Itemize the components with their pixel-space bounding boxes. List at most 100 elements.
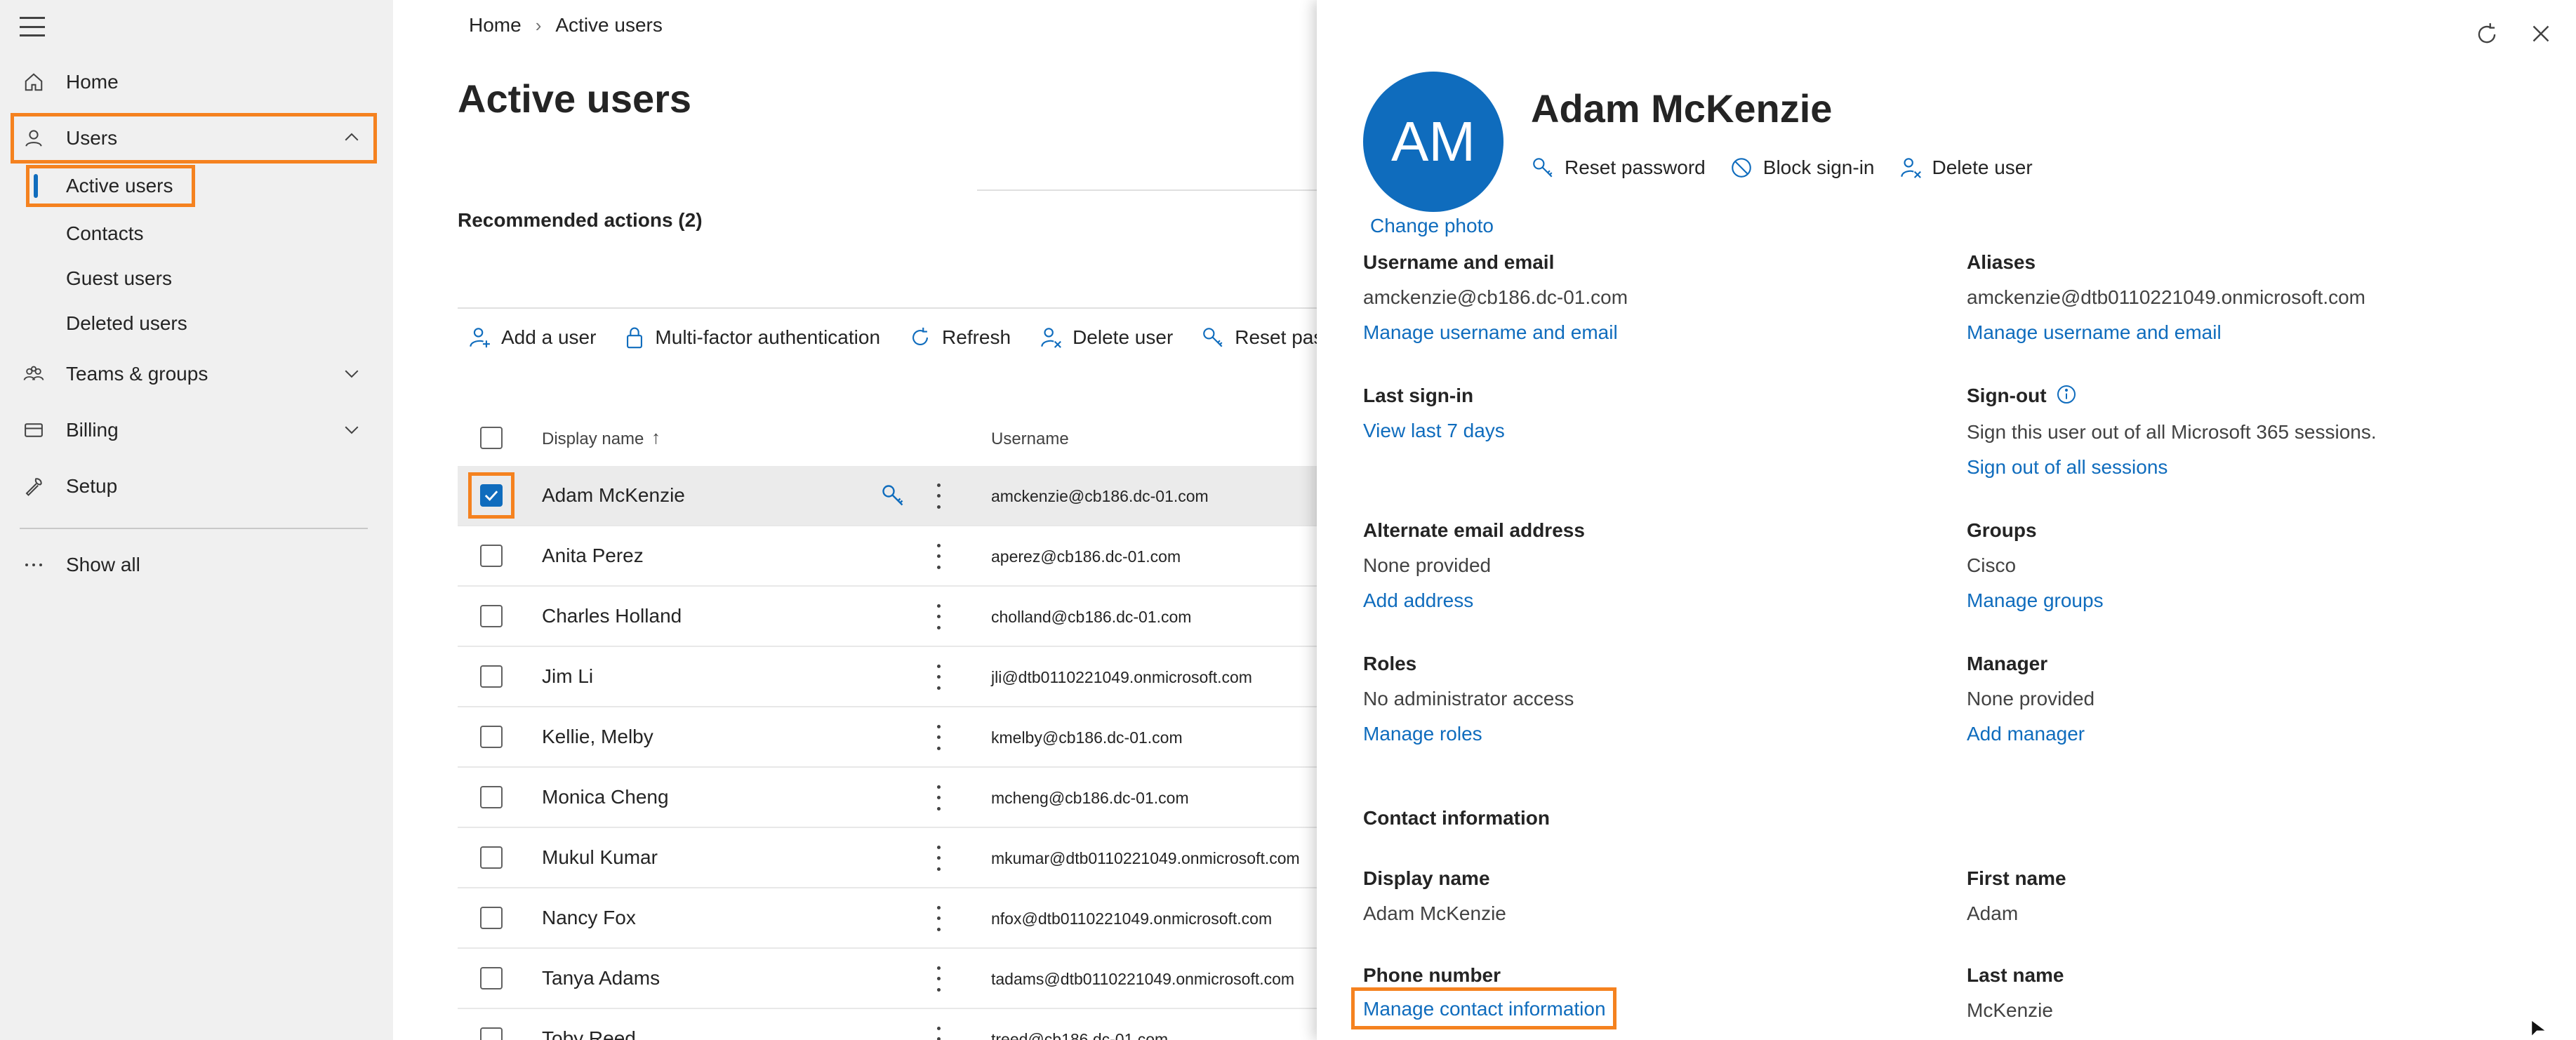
reset-password-button[interactable]: Reset password — [1531, 156, 1706, 180]
more-options-icon[interactable] — [935, 1023, 942, 1040]
column-header-display-name[interactable]: Display name — [542, 429, 644, 449]
breadcrumb-home[interactable]: Home — [469, 14, 522, 36]
nav-subitem-active-users[interactable]: Active users — [26, 165, 195, 207]
user-display-name[interactable]: Anita Perez — [542, 545, 644, 567]
add-address-link[interactable]: Add address — [1363, 589, 1473, 612]
row-checkbox[interactable] — [480, 967, 503, 989]
user-display-name[interactable]: Adam McKenzie — [542, 484, 685, 507]
row-checkbox[interactable] — [480, 726, 503, 748]
table-row[interactable]: Mukul Kumar mkumar@dtb0110221049.onmicro… — [458, 828, 1321, 888]
more-options-icon[interactable] — [935, 842, 942, 874]
row-checkbox[interactable] — [480, 605, 503, 627]
manage-aliases-link[interactable]: Manage username and email — [1967, 321, 2222, 344]
more-options-icon[interactable] — [935, 902, 942, 935]
nav-item-show-all[interactable]: Show all — [14, 543, 373, 587]
more-options-icon[interactable] — [935, 480, 942, 512]
table-row[interactable]: Kellie, Melby kmelby@cb186.dc-01.com — [458, 707, 1321, 768]
mfa-button[interactable]: Multi-factor authentication — [624, 326, 880, 349]
chevron-down-icon[interactable] — [341, 363, 362, 389]
sort-ascending-icon[interactable]: ↑ — [651, 427, 660, 448]
change-photo-link[interactable]: Change photo — [1370, 215, 1494, 237]
more-options-icon[interactable] — [935, 661, 942, 693]
nav-item-users[interactable]: Users — [11, 113, 377, 164]
hamburger-menu-icon[interactable] — [20, 17, 45, 36]
delete-user-button[interactable]: Delete user — [1039, 326, 1173, 349]
command-bar: Add a user Multi-factor authentication R… — [467, 326, 1376, 349]
row-checkbox[interactable] — [480, 786, 503, 808]
manage-groups-link[interactable]: Manage groups — [1967, 589, 2104, 612]
nav-item-teams-groups[interactable]: Teams & groups — [14, 352, 373, 396]
nav-subitem-deleted-users[interactable]: Deleted users — [66, 306, 187, 341]
more-options-icon[interactable] — [935, 721, 942, 754]
nav-item-billing[interactable]: Billing — [14, 408, 373, 452]
more-options-icon[interactable] — [935, 601, 942, 633]
alternate-email-label: Alternate email address — [1363, 519, 1585, 541]
manage-username-link[interactable]: Manage username and email — [1363, 321, 1618, 344]
block-signin-button[interactable]: Block sign-in — [1729, 156, 1875, 180]
user-display-name[interactable]: Kellie, Melby — [542, 726, 653, 748]
first-name-value: Adam — [1967, 902, 2019, 924]
add-user-label: Add a user — [501, 326, 597, 348]
more-options-icon[interactable] — [935, 782, 942, 814]
row-checkbox[interactable] — [480, 545, 503, 567]
manager-value: None provided — [1967, 688, 2095, 709]
table-row[interactable]: Toby Reed treed@cb186.dc-01.com — [458, 1009, 1321, 1040]
table-row[interactable]: Nancy Fox nfox@dtb0110221049.onmicrosoft… — [458, 888, 1321, 949]
roles-value: No administrator access — [1363, 688, 1574, 709]
user-display-name[interactable]: Mukul Kumar — [542, 846, 658, 869]
table-row[interactable]: Tanya Adams tadams@dtb0110221049.onmicro… — [458, 949, 1321, 1009]
close-icon[interactable] — [2528, 21, 2554, 51]
nav-subitem-contacts[interactable]: Contacts — [66, 216, 144, 251]
row-checkbox[interactable] — [480, 846, 503, 869]
nav-item-home[interactable]: Home — [14, 60, 373, 104]
contact-information-heading: Contact information — [1363, 807, 1550, 829]
more-options-icon[interactable] — [935, 540, 942, 573]
user-display-name[interactable]: Jim Li — [542, 665, 593, 688]
add-user-button[interactable]: Add a user — [467, 326, 596, 349]
user-username: mcheng@cb186.dc-01.com — [991, 789, 1189, 807]
info-icon[interactable] — [2055, 383, 2078, 409]
add-manager-link[interactable]: Add manager — [1967, 723, 2085, 745]
table-row[interactable]: Adam McKenzie amckenzie@cb186.dc-01.com — [458, 466, 1321, 526]
row-checkbox[interactable] — [480, 907, 503, 929]
column-header-username[interactable]: Username — [991, 429, 1069, 449]
user-display-name[interactable]: Monica Cheng — [542, 786, 669, 808]
table-row[interactable]: Anita Perez aperez@cb186.dc-01.com — [458, 526, 1321, 587]
recommended-actions[interactable]: Recommended actions (2) — [458, 209, 703, 232]
left-navigation: Home Users Active users Contacts Guest u… — [0, 0, 393, 1040]
nav-subitem-guest-users[interactable]: Guest users — [66, 261, 172, 296]
aliases-value: amckenzie@dtb0110221049.onmicrosoft.com — [1967, 286, 2365, 308]
nav-item-setup[interactable]: Setup — [14, 465, 373, 508]
table-row[interactable]: Monica Cheng mcheng@cb186.dc-01.com — [458, 768, 1321, 828]
user-display-name[interactable]: Charles Holland — [542, 605, 682, 627]
row-checkbox[interactable] — [480, 484, 503, 507]
groups-value: Cisco — [1967, 554, 2017, 576]
sign-out-all-sessions-link[interactable]: Sign out of all sessions — [1967, 456, 2167, 479]
refresh-button[interactable]: Refresh — [908, 326, 1011, 349]
row-checkbox[interactable] — [480, 1027, 503, 1040]
first-name-label: First name — [1967, 867, 2066, 889]
view-last-7-days-link[interactable]: View last 7 days — [1363, 420, 1505, 442]
nav-subitem-label: Contacts — [66, 222, 144, 244]
manage-contact-information-link[interactable]: Manage contact information — [1351, 987, 1616, 1029]
user-display-name[interactable]: Tanya Adams — [542, 967, 660, 989]
user-username: mkumar@dtb0110221049.onmicrosoft.com — [991, 849, 1300, 867]
signout-description: Sign this user out of all Microsoft 365 … — [1967, 421, 2377, 443]
more-options-icon[interactable] — [935, 963, 942, 995]
manage-roles-link[interactable]: Manage roles — [1363, 723, 1482, 745]
select-all-checkbox[interactable] — [480, 427, 503, 449]
user-display-name[interactable]: Toby Reed — [542, 1027, 636, 1040]
key-icon[interactable] — [880, 483, 905, 512]
chevron-right-icon: › — [535, 14, 542, 36]
chevron-down-icon[interactable] — [341, 419, 362, 445]
user-username: treed@cb186.dc-01.com — [991, 1030, 1169, 1040]
chevron-up-icon[interactable] — [341, 127, 362, 153]
delete-user-button[interactable]: Delete user — [1899, 156, 2033, 180]
last-name-label: Last name — [1967, 964, 2064, 986]
user-display-name[interactable]: Nancy Fox — [542, 907, 636, 929]
table-row[interactable]: Jim Li jli@dtb0110221049.onmicrosoft.com — [458, 647, 1321, 707]
row-checkbox[interactable] — [480, 665, 503, 688]
groups-label: Groups — [1967, 519, 2037, 541]
refresh-icon[interactable] — [2474, 21, 2500, 51]
table-row[interactable]: Charles Holland cholland@cb186.dc-01.com — [458, 587, 1321, 647]
